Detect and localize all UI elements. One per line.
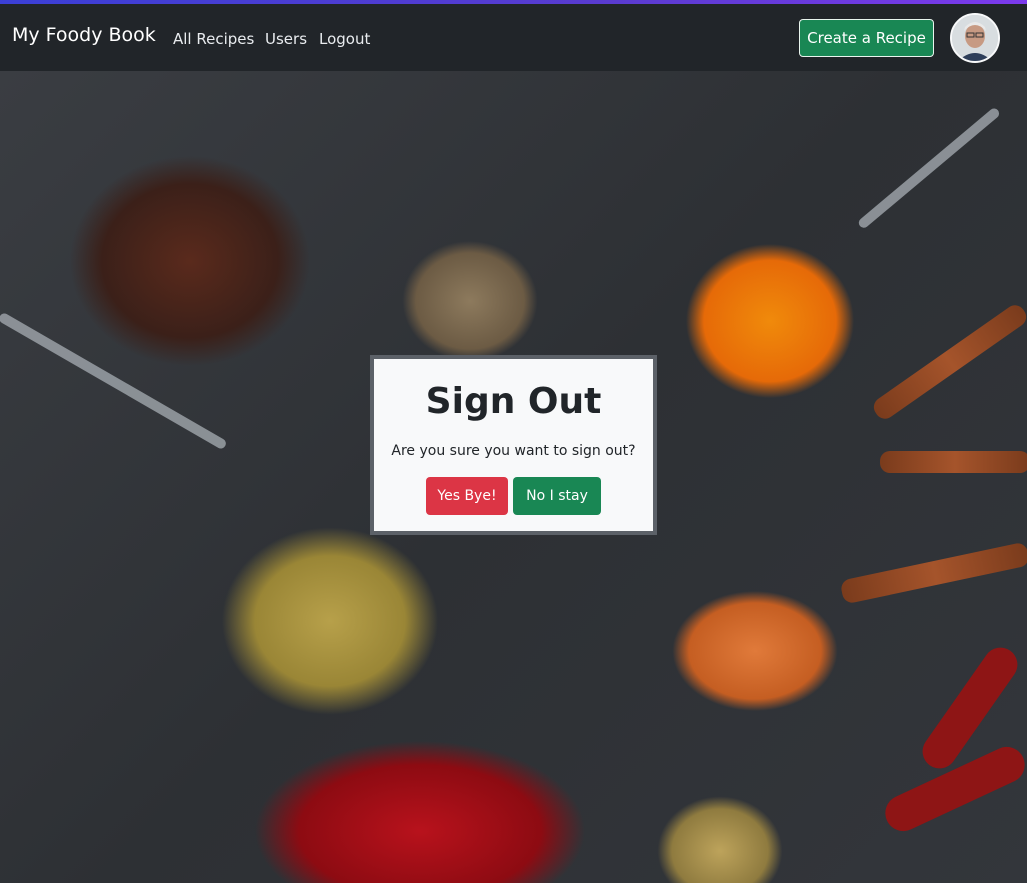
- cinnamon-stick-decoration: [869, 301, 1027, 423]
- cancel-sign-out-button[interactable]: No I stay: [513, 477, 601, 515]
- nav-link-logout[interactable]: Logout: [319, 30, 370, 48]
- modal-title: Sign Out: [425, 381, 602, 422]
- cinnamon-stick-decoration: [880, 451, 1027, 473]
- nav-link-users[interactable]: Users: [265, 30, 307, 48]
- navbar: My Foody Book All Recipes Users Logout C…: [0, 4, 1027, 71]
- nav-link-all-recipes[interactable]: All Recipes: [173, 30, 254, 48]
- brand-link[interactable]: My Foody Book: [12, 24, 156, 46]
- sign-out-modal: Sign Out Are you sure you want to sign o…: [370, 355, 657, 535]
- spoon-handle-decoration: [0, 311, 228, 451]
- spoon-handle-decoration: [856, 106, 1002, 230]
- avatar[interactable]: [950, 13, 1000, 63]
- cinnamon-stick-decoration: [839, 541, 1027, 605]
- create-recipe-button[interactable]: Create a Recipe: [799, 19, 934, 57]
- confirm-sign-out-button[interactable]: Yes Bye!: [426, 477, 508, 515]
- user-photo-icon: [952, 15, 998, 61]
- modal-message: Are you sure you want to sign out?: [391, 443, 636, 459]
